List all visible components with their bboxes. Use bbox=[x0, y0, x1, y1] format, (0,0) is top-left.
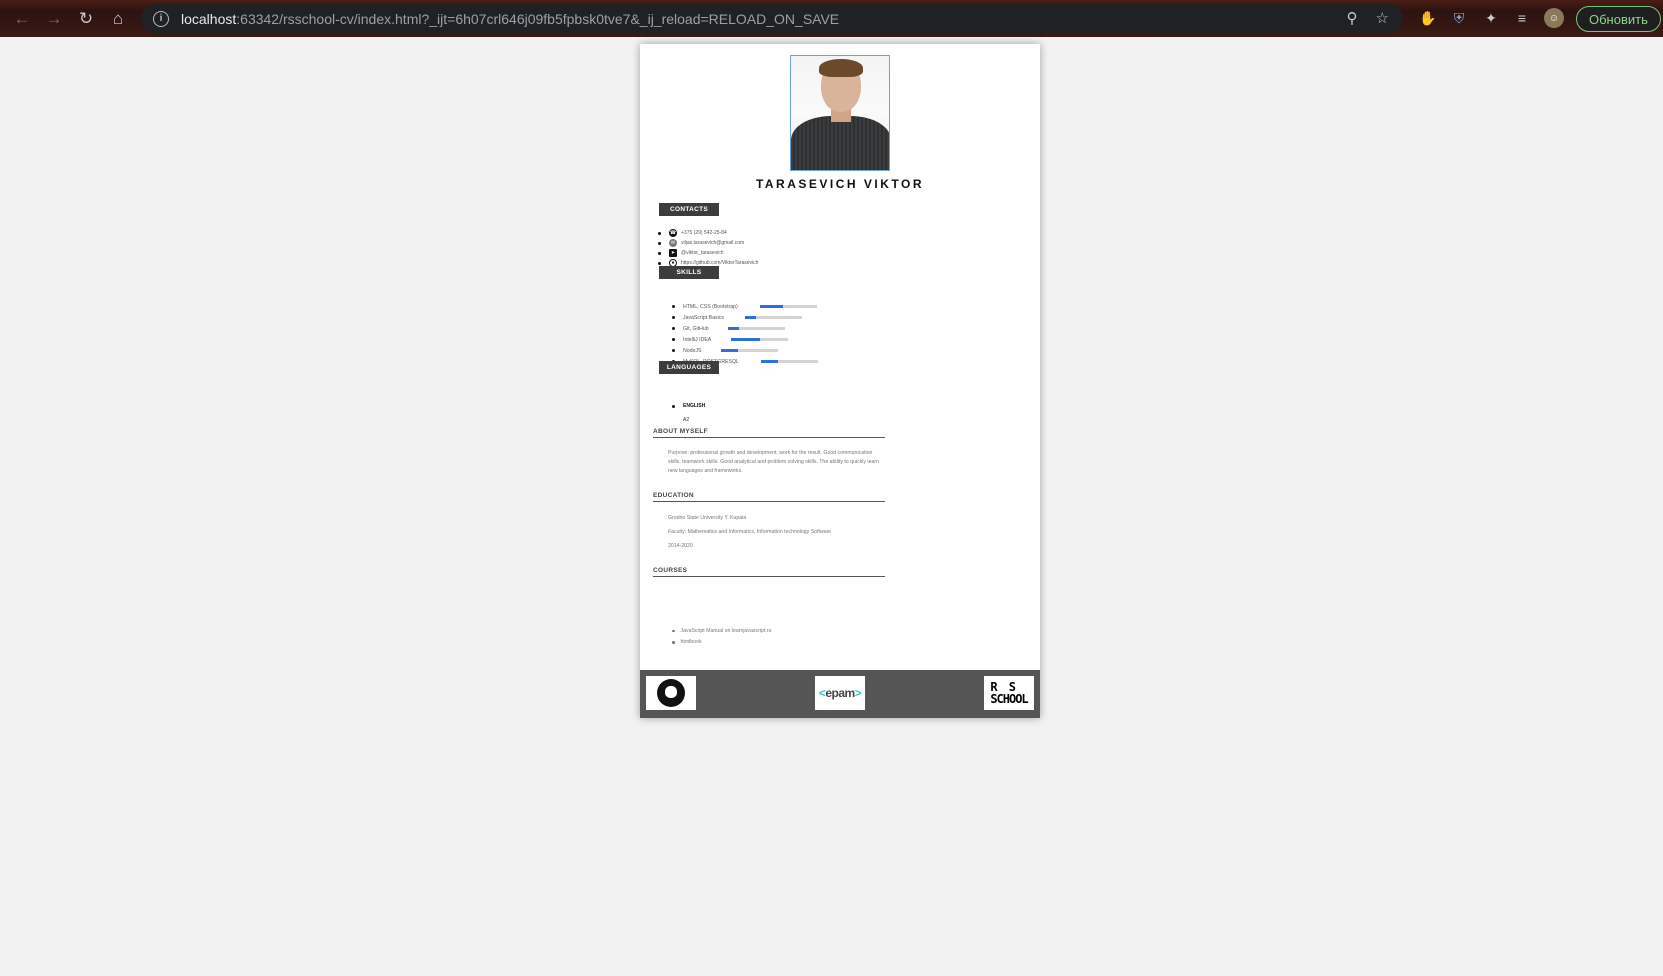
education-university: Grodno State University Y. Kupala bbox=[668, 515, 747, 521]
update-button[interactable]: Обновить bbox=[1576, 6, 1661, 32]
cv-name: TARASEVICH VIKTOR bbox=[755, 177, 925, 191]
languages-list: ENGLISH A2 bbox=[672, 402, 705, 423]
list-item: ✉ viljas.tarasevich@gmail.com bbox=[658, 238, 758, 248]
skill-bar bbox=[745, 316, 802, 319]
skill-name: NodeJS bbox=[683, 347, 702, 354]
section-contacts-title: CONTACTS bbox=[659, 203, 719, 216]
home-icon[interactable]: ⌂ bbox=[104, 5, 132, 33]
list-item: ENGLISH bbox=[672, 402, 705, 410]
back-icon[interactable]: ← bbox=[8, 5, 36, 33]
section-languages-title: LANGUAGES bbox=[659, 361, 719, 374]
contacts-list: ☎ +375 (29) 542-25-84 ✉ viljas.tarasevich@… bbox=[658, 228, 758, 268]
zoom-icon[interactable]: ⚲ bbox=[1347, 9, 1358, 27]
course-name: htmlbook bbox=[680, 639, 702, 646]
language-level: A2 bbox=[683, 417, 690, 423]
contact-email[interactable]: viljas.tarasevich@gmail.com bbox=[681, 240, 744, 246]
about-text: Purpose: professional growth and develop… bbox=[668, 450, 879, 474]
skill-name: HTML, CSS (Bootstrap) bbox=[683, 303, 738, 310]
section-about-title: ABOUT MYSELF bbox=[653, 428, 885, 438]
language-name: ENGLISH bbox=[683, 403, 706, 409]
skill-name: IntelliJ IDEA bbox=[683, 336, 712, 343]
list-item: htmlbook bbox=[672, 637, 771, 649]
section-education-title: EDUCATION bbox=[653, 492, 885, 502]
section-skills-title: SKILLS bbox=[659, 266, 719, 279]
rsschool-logo: R S SCHOOL bbox=[990, 680, 1028, 706]
skill-item: IntelliJ IDEA bbox=[672, 334, 872, 345]
epam-logo: <epam> bbox=[818, 686, 862, 700]
media-queue-icon[interactable]: ≡ bbox=[1512, 8, 1532, 28]
skill-bar bbox=[761, 360, 818, 363]
list-item: JavaScript Manual on learnjavascript.ru bbox=[672, 625, 771, 637]
address-bar[interactable]: i localhost:63342/rsschool-cv/index.html… bbox=[141, 4, 1403, 33]
skill-item: NodeJS bbox=[672, 345, 872, 356]
profile-avatar-icon[interactable]: ☺ bbox=[1544, 8, 1564, 28]
skill-bar bbox=[760, 305, 817, 308]
url-text[interactable]: localhost:63342/rsschool-cv/index.html?_… bbox=[181, 11, 839, 27]
courses-list: JavaScript Manual on learnjavascript.ru … bbox=[672, 625, 771, 648]
reload-icon[interactable]: ↻ bbox=[72, 5, 100, 33]
skill-bar-fill bbox=[731, 338, 760, 341]
section-courses-title: COURSES bbox=[653, 567, 885, 577]
skill-item: HTML, CSS (Bootstrap) bbox=[672, 301, 872, 312]
skill-bar-fill bbox=[728, 327, 740, 330]
skill-item: JavaScript Basics bbox=[672, 312, 872, 323]
skill-bar-fill bbox=[760, 305, 783, 308]
rsschool-logo-link[interactable]: R S SCHOOL bbox=[984, 676, 1034, 710]
list-item: ☎ +375 (29) 542-25-84 bbox=[658, 228, 758, 238]
education-faculty: Faculty: Mathematics and Informatics, In… bbox=[668, 529, 832, 535]
cv-footer: <epam> R S SCHOOL bbox=[640, 670, 1040, 718]
site-info-icon[interactable]: i bbox=[153, 10, 169, 27]
extension-shield-icon[interactable]: ⛨ bbox=[1449, 8, 1469, 28]
github-icon bbox=[657, 679, 685, 707]
epam-logo-link[interactable]: <epam> bbox=[815, 676, 865, 710]
contact-telegram[interactable]: @viktor_tarasevich bbox=[681, 250, 724, 256]
telegram-icon: ➤ bbox=[669, 249, 677, 257]
forward-icon[interactable]: → bbox=[40, 5, 68, 33]
education-years: 2014-2020 bbox=[668, 543, 693, 549]
extension-hand-icon[interactable]: ✋ bbox=[1418, 8, 1438, 28]
cv-page: TARASEVICH VIKTOR CONTACTS ☎ +375 (29) 54… bbox=[640, 44, 1040, 718]
email-icon: ✉ bbox=[669, 239, 677, 247]
skill-bar bbox=[731, 338, 788, 341]
skill-bar-fill bbox=[721, 349, 739, 352]
skill-bar bbox=[721, 349, 778, 352]
profile-photo bbox=[790, 55, 890, 171]
skill-bar-fill bbox=[745, 316, 757, 319]
github-logo-link[interactable] bbox=[646, 676, 696, 710]
url-host: localhost bbox=[181, 10, 237, 27]
skill-bar-fill bbox=[761, 360, 779, 363]
browser-toolbar: ← → ↻ ⌂ i localhost:63342/rsschool-cv/in… bbox=[0, 0, 1663, 37]
course-name: JavaScript Manual on learnjavascript.ru bbox=[680, 627, 772, 634]
url-path: :63342/rsschool-cv/index.html?_ijt=6h07c… bbox=[236, 10, 840, 27]
skill-item: Git, GitHub bbox=[672, 323, 872, 334]
contact-phone[interactable]: +375 (29) 542-25-84 bbox=[681, 230, 727, 236]
bookmark-star-icon[interactable]: ☆ bbox=[1376, 9, 1389, 27]
skills-list: HTML, CSS (Bootstrap) JavaScript Basics … bbox=[672, 301, 872, 367]
skill-name: JavaScript Basics bbox=[683, 314, 724, 321]
skill-bar bbox=[728, 327, 785, 330]
extensions-puzzle-icon[interactable]: ✦ bbox=[1481, 8, 1501, 28]
skill-name: Git, GitHub bbox=[683, 325, 709, 332]
list-item: ➤ @viktor_tarasevich bbox=[658, 248, 758, 258]
phone-icon: ☎ bbox=[669, 229, 677, 237]
